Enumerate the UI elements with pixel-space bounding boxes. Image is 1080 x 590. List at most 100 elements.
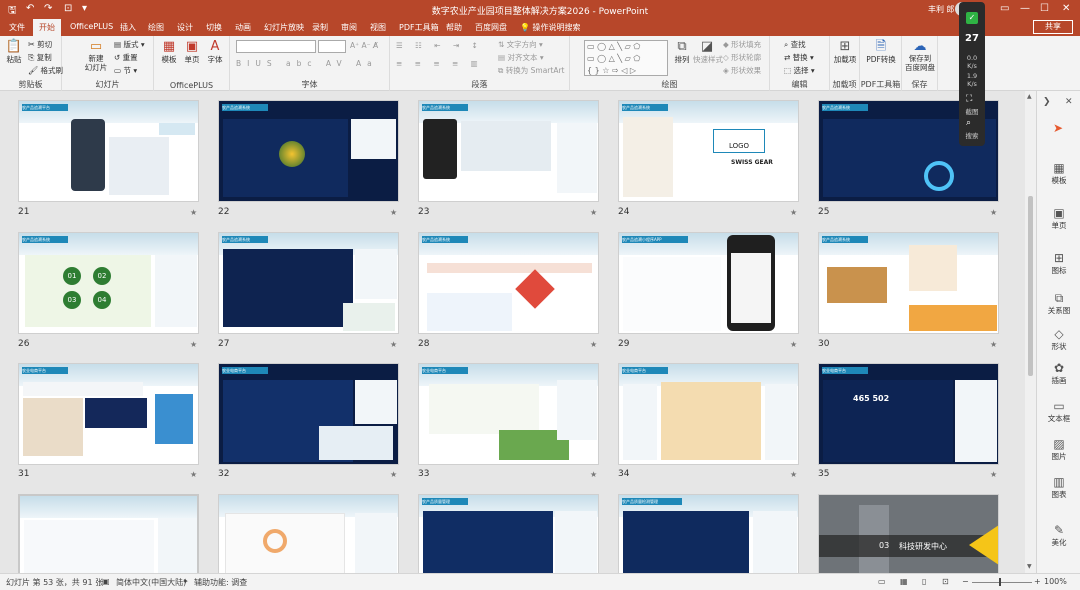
tab-baidu-netdisk[interactable]: 百度网盘 [475,22,507,33]
slide-thumbnail[interactable]: 农业电商平台 [18,363,199,465]
slide-thumbnail[interactable]: 农产品追溯系统 [418,100,599,202]
sidebar-item-single[interactable]: ▣ 单页 [1037,206,1080,231]
slide-thumbnail[interactable]: 农产品追溯系统 01 02 03 04 [18,232,199,334]
scroll-up-icon[interactable]: ▲ [1027,93,1032,100]
sidebar-item-chart[interactable]: ▥ 图表 [1037,475,1080,500]
shape-effects-button[interactable]: ◈ 形状效果 [723,65,761,76]
paste-button[interactable]: 📋 粘贴 [4,40,24,65]
new-slide-button[interactable]: ▭ 新建 幻灯片 [82,40,110,73]
collapse-icon[interactable]: ❯ [1043,97,1051,107]
zoom-level[interactable]: 100% [1044,577,1067,586]
screenshot-label[interactable]: 截图 [959,106,985,116]
slide-thumbnail[interactable]: 农产品质量管理 [418,494,599,573]
format-painter-button[interactable]: 🖌 格式刷 [28,65,63,76]
shape-fill-button[interactable]: ◆ 形状填充 [723,39,761,50]
shapes-gallery[interactable]: ▭ ◯ △ ╲ ▱ ⬠ ▭ ◯ △ ╲ ▱ ⬠{ } ☆ ⇨ ◁ ▷ [584,40,668,76]
align-text-button[interactable]: ▤ 对齐文本 ▾ [498,52,544,63]
sidebar-item-shape[interactable]: ◇ 形状 [1037,327,1080,352]
scroll-down-icon[interactable]: ▼ [1027,563,1032,570]
sidebar-item-icon[interactable]: ⊞ 图标 [1037,251,1080,276]
tab-tell-me[interactable]: 💡 操作说明搜索 [520,22,581,33]
pdf-convert-button[interactable]: 🗎 PDF转换 [863,40,899,65]
zoom-out-icon[interactable]: − [962,577,969,586]
tab-draw[interactable]: 绘图 [148,22,164,33]
reading-view-icon[interactable]: ▯ [922,577,926,586]
slide-thumbnail[interactable]: 农产品追溯系统 [218,100,399,202]
slide-thumbnail[interactable]: 农业电商平台 [218,363,399,465]
sidebar-item-illustration[interactable]: ✿ 插画 [1037,361,1080,386]
slideshow-view-icon[interactable]: ⊡ [942,577,949,586]
slide-thumbnail[interactable]: 农产品质量检测管理 [618,494,799,573]
tab-pdf-toolbox[interactable]: PDF工具箱 [399,22,439,33]
vertical-scrollbar[interactable]: ▲ ▼ [1025,91,1036,573]
slide-thumbnail[interactable]: 农产品追溯系统 [418,232,599,334]
slide-thumbnail[interactable]: 农产品追溯小程序APP [618,232,799,334]
arrange-button[interactable]: ⧉ 排列 [671,40,693,65]
slide-thumbnail[interactable]: 农业电商平台 465 502 [818,363,999,465]
font-format-buttons[interactable]: BIUS abc AV Aa [236,59,378,68]
ribbon-display-icon[interactable]: ▭ [1000,3,1009,14]
language-indicator[interactable]: 简体中文(中国大陆) [116,577,186,588]
screenshot-icon[interactable]: ⛶ [966,94,972,104]
grow-font-icon[interactable]: A⁺ A⁻ A̸ [350,41,378,50]
spell-check-icon[interactable]: ▣ [102,577,110,586]
save-baidu-button[interactable]: ☁ 保存到 百度网盘 [903,40,937,73]
sidebar-item-template[interactable]: ▦ 模板 [1037,161,1080,186]
search-label[interactable]: 搜索 [959,130,985,140]
addins-button[interactable]: ⊞ 加载项 [833,40,857,65]
tab-file[interactable]: 文件 [9,22,25,33]
slide-thumbnail[interactable]: 农业电商平台 [618,363,799,465]
sidebar-item-picture[interactable]: ▨ 图片 [1037,437,1080,462]
font-plus-button[interactable]: A 字体 [205,40,225,65]
tab-design[interactable]: 设计 [177,22,193,33]
tab-home[interactable]: 开始 [33,19,61,36]
close-icon[interactable]: ✕ [1062,3,1070,14]
share-button[interactable]: 共享 [1033,20,1073,34]
slide-thumbnail[interactable]: 农产品追溯系统 LOGO SWISS GEAR [618,100,799,202]
sidebar-item-relation[interactable]: ⧉ 关系图 [1037,291,1080,316]
slide-thumbnail[interactable] [218,494,399,573]
sidebar-item-textbox[interactable]: ▭ 文本框 [1037,399,1080,424]
quick-styles-button[interactable]: ◪ 快速样式 [693,40,723,65]
align-buttons[interactable]: ≡ ≡ ≡ ≡ ▥ [396,59,483,68]
select-button[interactable]: ⬚ 选择 ▾ [784,65,815,76]
tab-record[interactable]: 录制 [312,22,328,33]
tab-insert[interactable]: 插入 [120,22,136,33]
font-size-dropdown[interactable] [318,40,346,53]
slide-thumbnail[interactable]: 农产品追溯系统 [818,232,999,334]
single-page-button[interactable]: ▣ 单页 [182,40,202,65]
accessibility-icon[interactable]: ✦ [182,577,189,586]
minimize-icon[interactable]: — [1020,3,1030,14]
text-direction-button[interactable]: ⇅ 文字方向 ▾ [498,39,543,50]
maximize-icon[interactable]: ☐ [1040,3,1049,14]
slide-thumbnail[interactable]: 农产品追溯平台 [18,100,199,202]
zoom-slider[interactable] [972,582,1032,583]
reset-button[interactable]: ↺ 重置 [114,52,138,63]
tab-help[interactable]: 帮助 [446,22,462,33]
template-button[interactable]: ▦ 模板 [159,40,179,65]
layout-button[interactable]: ▤ 版式 ▾ [114,39,145,50]
accessibility-status[interactable]: 辅助功能: 调查 [194,577,247,588]
slide-thumbnail[interactable] [18,494,199,573]
copy-button[interactable]: ⎘ 复制 [28,52,52,63]
user-name[interactable]: 丰利 郎 [928,4,955,15]
tab-slideshow[interactable]: 幻灯片放映 [264,22,304,33]
font-name-dropdown[interactable] [236,40,316,53]
search-icon[interactable]: ⌕ [966,118,971,128]
network-monitor-widget[interactable]: ✓ 27 0.0 K/s 1.9 K/s ⛶ 截图 ⌕ 搜索 [959,2,985,146]
tab-review[interactable]: 审阅 [341,22,357,33]
slide-thumbnail[interactable]: 农业电商平台 [418,363,599,465]
scroll-thumb[interactable] [1028,196,1033,376]
zoom-in-icon[interactable]: + [1034,577,1041,586]
shape-outline-button[interactable]: ◇ 形状轮廓 [723,52,761,63]
replace-button[interactable]: ⇄ 替换 ▾ [784,52,814,63]
find-button[interactable]: ⌕ 查找 [784,39,806,50]
tab-transitions[interactable]: 切换 [206,22,222,33]
close-icon[interactable]: ✕ [1065,97,1073,107]
cut-button[interactable]: ✂ 剪切 [28,39,52,50]
zoom-thumb[interactable] [999,578,1001,586]
sidebar-item-beautify[interactable]: ✎ 美化 [1037,523,1080,548]
tab-view[interactable]: 视图 [370,22,386,33]
slide-thumbnail[interactable]: 03 科技研发中心 [818,494,999,573]
normal-view-icon[interactable]: ▭ [878,577,886,586]
